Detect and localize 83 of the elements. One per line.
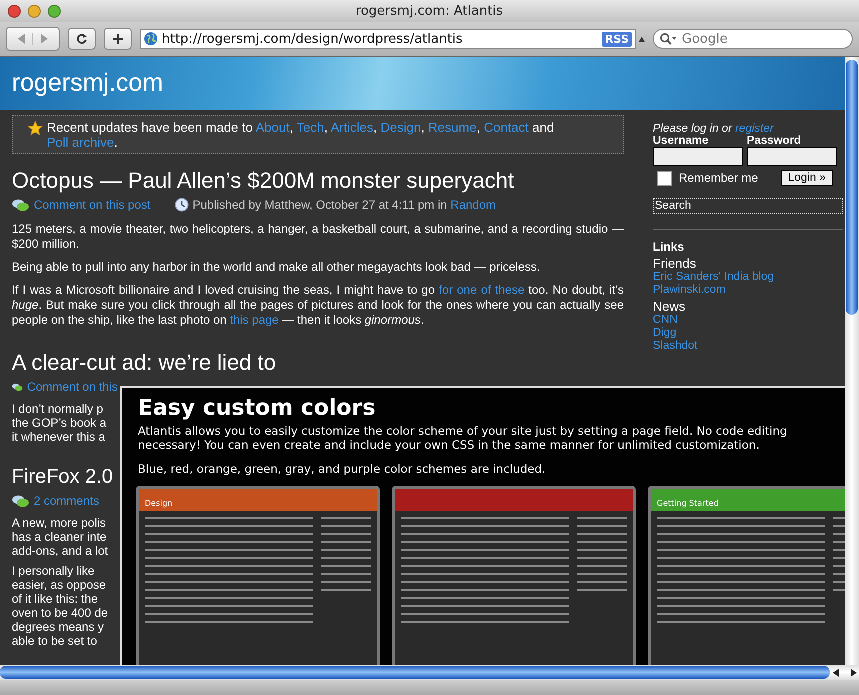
field-label: Password [747, 135, 802, 147]
page-link[interactable]: Articles [330, 120, 374, 135]
comment-link[interactable]: 2 comments [34, 494, 100, 508]
sidebar-link[interactable]: Digg [653, 327, 843, 340]
text-line: has a cleaner inte [12, 530, 108, 544]
sidebar-link[interactable]: Plawinski.com [653, 284, 843, 297]
address-field[interactable]: http://rogersmj.com/design/wordpress/atlantis RSS [140, 29, 636, 49]
reload-button[interactable] [68, 28, 96, 50]
rss-badge[interactable]: RSS [602, 32, 632, 46]
group-title: News [653, 299, 687, 314]
sidebar-link[interactable]: CNN [653, 314, 843, 327]
post-title[interactable]: A clear-cut ad: we’re lied to [12, 350, 624, 376]
header-bar: Getting Started [651, 489, 845, 511]
post-paragraph: 125 meters, a movie theater, two helicopters, a hanger, a basketball court, a submarine, and a recording studio — $200 million. [12, 222, 624, 252]
speech-bubbles-icon [12, 494, 30, 508]
sidebar-link[interactable]: Eric Sanders' India blog [653, 271, 843, 284]
arrows-icon [16, 33, 50, 45]
username-field[interactable] [653, 147, 743, 166]
text-line: A new, more polis [12, 516, 108, 530]
window-title: rogersmj.com: Atlantis [354, 4, 504, 18]
url-text: http://rogersmj.com/design/wordpress/atlantis [162, 32, 464, 46]
notice-text: Recent updates have been made to About, Tech, Articles, Design, Resume, Contact and Poll archive. [47, 120, 556, 150]
theme-screenshot[interactable]: Design [136, 486, 380, 665]
zoom-button[interactable] [48, 4, 61, 18]
overlay-text: Blue, red, orange, green, gray, and purple color schemes are included. [138, 462, 547, 476]
text-line: I don’t normally p [12, 402, 104, 416]
category-link[interactable]: Random [450, 198, 496, 212]
page-link[interactable]: Resume [428, 120, 477, 135]
text-line: add-ons, and a lot [12, 544, 110, 558]
login-button[interactable]: Login » [781, 170, 833, 186]
page-link[interactable]: About [256, 120, 290, 135]
theme-screenshot[interactable]: Getting Started [648, 486, 845, 665]
page-link[interactable]: Poll archive [47, 135, 114, 150]
post-paragraph: Being able to pull into any harbor in the world and make all other megayachts look bad — priceless. [12, 260, 542, 275]
reload-icon [76, 33, 88, 45]
section-title: Links [653, 240, 686, 254]
close-button[interactable] [8, 4, 21, 18]
register-link[interactable]: register [735, 123, 774, 135]
caret-icon [639, 36, 645, 42]
text-line: able to be set to [12, 634, 98, 648]
minimize-button[interactable] [28, 4, 41, 18]
clock-icon [174, 198, 189, 212]
search-field[interactable]: Search [653, 198, 843, 214]
site-title[interactable]: rogersmj.com [12, 69, 164, 98]
group-title: Friends [653, 256, 698, 271]
text-link[interactable]: this page [230, 313, 279, 327]
theme-screenshot[interactable] [392, 486, 636, 665]
comment-link[interactable]: Comment on this post [34, 198, 151, 212]
speech-bubbles-icon [12, 198, 30, 212]
field-label: Username [653, 135, 710, 147]
text-line: it whenever this a [12, 430, 106, 444]
post-paragraph: If I was a Microsoft billionaire and I loved cruising the seas, I might have to go for one of these too. No doubt, it’s huge. But make sure you click through all the pages of pictures and look for the ones where you can actually see people on the ship, like the last photo on this page — then it looks ginormous. [12, 283, 624, 328]
post-meta: Published by Matthew, October 27 at 4:11 pm in Random [192, 198, 496, 212]
post-title[interactable]: FireFox 2.0 [12, 464, 118, 490]
text-line: degrees means y [12, 620, 106, 634]
header-bar: Design [139, 489, 377, 511]
overlay-text: Atlantis allows you to easily customize the color scheme of your site just by setting a page field. No code editing necessary! You can even create and include your own CSS in the same manner for unlimited customization. [138, 424, 788, 452]
sidebar-link[interactable]: Slashdot [653, 340, 843, 353]
overlay-title: Easy custom colors [138, 396, 377, 422]
back-forward-button[interactable] [6, 27, 60, 51]
text-link[interactable]: for one of these [439, 283, 525, 297]
page-link[interactable]: Design [380, 120, 422, 135]
remember-checkbox[interactable] [657, 170, 672, 186]
text-line: oven to be 400 de [12, 606, 110, 620]
text-line: the GOP’s book a [12, 416, 108, 430]
add-bookmark-button[interactable] [104, 28, 132, 50]
star-icon [28, 121, 43, 136]
comment-link[interactable]: Comment on this [27, 380, 118, 394]
text-line: I personally like [12, 564, 96, 578]
login-prompt: Please log in or register [653, 123, 776, 135]
post-title[interactable]: Octopus — Paul Allen’s $200M monster superyacht [12, 168, 624, 194]
globe-icon [144, 32, 158, 46]
vertical-scrollbar[interactable] [845, 57, 859, 665]
text-line: of it like this: the [12, 592, 100, 606]
page-link[interactable]: Tech [296, 120, 324, 135]
page-link[interactable]: Contact [484, 120, 529, 135]
text-line: easier, as oppose [12, 578, 108, 592]
search-icon [660, 33, 678, 45]
checkbox-label: Remember me [679, 171, 758, 185]
password-field[interactable] [747, 147, 837, 166]
plus-icon [112, 33, 124, 45]
horizontal-scrollbar[interactable] [0, 665, 830, 680]
search-field[interactable]: Google [653, 29, 853, 49]
